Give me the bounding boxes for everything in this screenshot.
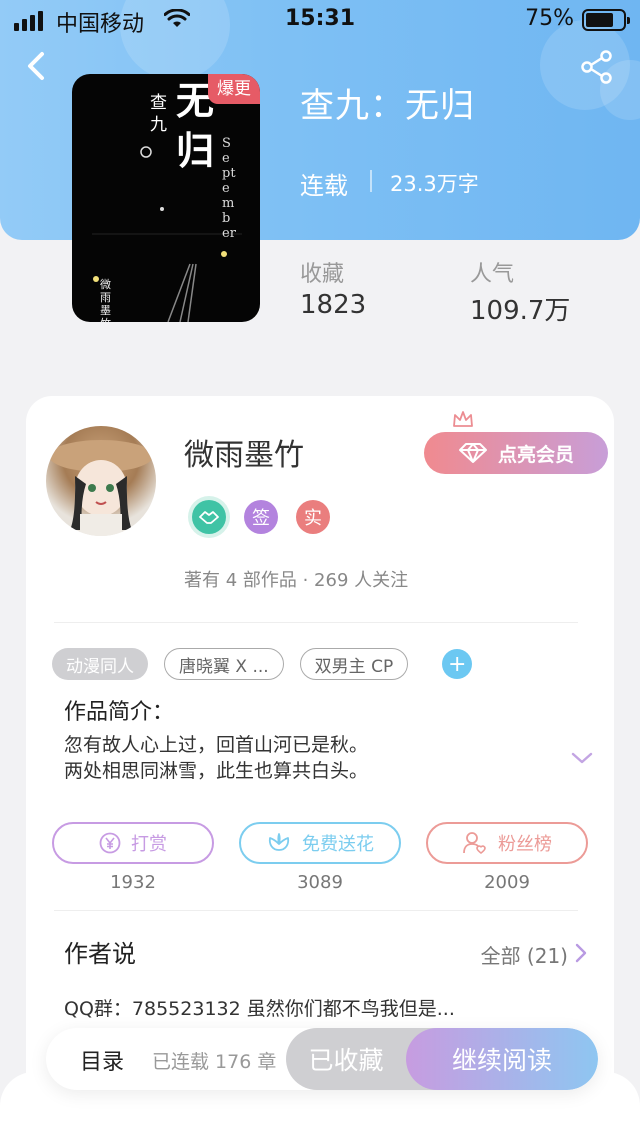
tag-item[interactable]: 动漫同人 <box>52 648 148 680</box>
fan-count: 2009 <box>484 872 530 893</box>
verified-icon[interactable]: 实 <box>296 500 330 534</box>
battery-percent: 75% <box>525 6 574 31</box>
reward-button[interactable]: 打赏 <box>52 822 214 864</box>
popularity-value: 109.7万 <box>470 296 571 326</box>
cover-author: 查九 <box>150 93 167 135</box>
bottom-action-bar: 目录 已连载 176 章 已收藏 继续阅读 <box>46 1028 598 1090</box>
cover-subauthor: 微雨墨竹 <box>100 278 111 322</box>
table-of-contents-button[interactable]: 目录 <box>80 1044 124 1076</box>
intro-line: 两处相思同淋雪，此生也算共白头。 <box>64 760 369 782</box>
book-status: 连载 <box>300 172 348 200</box>
fan-ranking-button[interactable]: 粉丝榜 <box>426 822 588 864</box>
flower-icon <box>268 833 290 851</box>
flower-count: 3089 <box>297 872 343 893</box>
avatar[interactable] <box>46 426 156 536</box>
diamond-icon <box>458 443 487 463</box>
back-button[interactable] <box>20 48 56 84</box>
book-title: 查九：无归 <box>300 86 475 126</box>
plus-icon: + <box>447 651 467 677</box>
book-detail-card: 微雨墨竹 点亮会员 签 实 著有 4 部作品 · 269 人关注 动漫同人 唐晓… <box>26 396 614 1116</box>
intro-title: 作品简介： <box>64 700 175 725</box>
tag-item[interactable]: 双男主 CP <box>299 648 409 680</box>
favorites-value: 1823 <box>300 290 367 320</box>
chevron-left-icon <box>28 52 44 80</box>
chevron-right-icon[interactable] <box>574 942 588 964</box>
chevron-down-icon[interactable] <box>570 750 594 766</box>
tag-list: 动漫同人 唐晓翼 X ... 双男主 CP + <box>52 648 473 680</box>
share-button[interactable] <box>580 50 614 84</box>
handshake-icon[interactable] <box>192 500 226 534</box>
chapter-count[interactable]: 已连载 176 章 <box>152 1047 276 1074</box>
send-flower-label: 免费送花 <box>302 834 374 855</box>
divider <box>54 910 578 911</box>
book-cover[interactable]: 无归 查九 September 微雨墨竹 爆更 <box>72 74 260 322</box>
yen-icon <box>99 832 121 854</box>
favorited-label: 已收藏 <box>308 1046 384 1075</box>
popularity-label: 人气 <box>470 262 515 287</box>
add-tag-button[interactable]: + <box>442 649 473 679</box>
reward-label: 打赏 <box>131 834 167 855</box>
hot-badge: 爆更 <box>208 74 260 104</box>
view-all-link[interactable]: 全部 (21) <box>481 940 568 969</box>
vip-membership-button[interactable]: 点亮会员 <box>424 432 608 474</box>
author-meta: 著有 4 部作品 · 269 人关注 <box>184 570 409 591</box>
avatar-illustration <box>49 440 153 536</box>
author-said-title: 作者说 <box>64 940 136 968</box>
continue-reading-button[interactable]: 继续阅读 <box>406 1028 598 1090</box>
vip-button-label: 点亮会员 <box>497 443 574 466</box>
continue-reading-label: 继续阅读 <box>451 1046 552 1075</box>
send-flower-button[interactable]: 免费送花 <box>239 822 401 864</box>
author-name[interactable]: 微雨墨竹 <box>184 430 304 474</box>
cover-english-text: September <box>222 136 236 241</box>
divider <box>54 622 578 623</box>
fan-icon <box>463 832 486 855</box>
crown-icon <box>453 411 473 427</box>
intro-text: 忽有故人心上过，回首山河已是秋。 两处相思同淋雪，此生也算共白头。 <box>64 732 544 784</box>
divider <box>370 170 372 192</box>
status-bar: 中国移动 15:31 75% <box>0 0 640 40</box>
intro-line: 忽有故人心上过，回首山河已是秋。 <box>64 734 369 756</box>
word-count: 23.3万字 <box>390 172 479 196</box>
favorites-label: 收藏 <box>300 262 345 287</box>
tag-item[interactable]: 唐晓翼 X ... <box>164 648 284 680</box>
reward-count: 1932 <box>110 872 156 893</box>
signed-icon[interactable]: 签 <box>244 500 278 534</box>
battery-icon <box>582 9 630 31</box>
author-badges: 签 实 <box>192 500 330 534</box>
fan-ranking-label: 粉丝榜 <box>498 834 552 855</box>
share-icon <box>581 50 612 84</box>
author-said-text[interactable]: QQ群：785523132 虽然你们都不鸟我但是... <box>64 994 455 1021</box>
